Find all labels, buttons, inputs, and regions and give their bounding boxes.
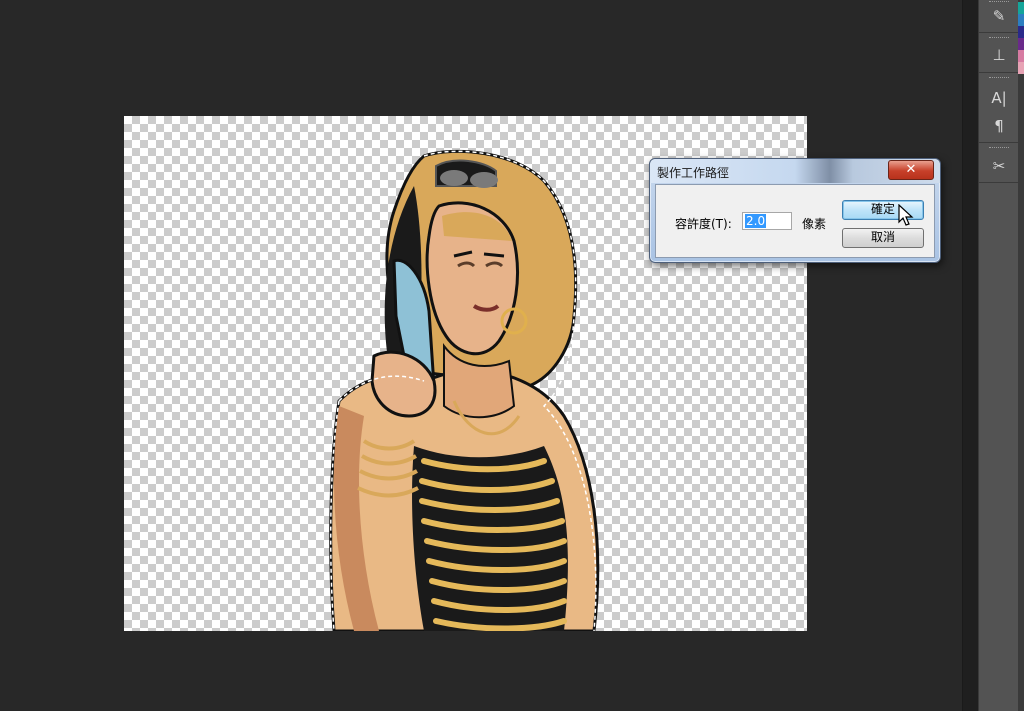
color-swatch[interactable] — [1018, 38, 1024, 50]
dock-separator — [979, 32, 1019, 33]
paragraph-icon[interactable]: ¶ — [986, 115, 1012, 137]
color-swatch[interactable] — [1018, 50, 1024, 62]
unit-label: 像素 — [802, 217, 827, 231]
cancel-button[interactable]: 取消 — [842, 228, 924, 248]
dock-grip[interactable] — [989, 77, 1009, 81]
close-icon: ✕ — [905, 162, 917, 177]
tolerance-input[interactable]: 2.0 — [742, 212, 792, 230]
panel-dock: ✎ ⊥ A| ¶ ✂ — [978, 0, 1019, 711]
dock-separator — [979, 142, 1019, 143]
dialog-body: 容許度(T): 2.0 像素 確定 取消 — [655, 184, 935, 258]
mouse-pointer-icon — [898, 204, 914, 226]
color-swatch[interactable] — [1018, 14, 1024, 26]
dialog-title: 製作工作路徑 — [657, 166, 730, 180]
dock-grip[interactable] — [989, 147, 1009, 151]
tool-presets-icon[interactable]: ✂ — [986, 155, 1012, 177]
brush-presets-icon[interactable]: ✎ — [986, 5, 1012, 27]
character-icon[interactable]: A| — [986, 87, 1012, 109]
tolerance-label: 容許度(T): — [675, 217, 732, 231]
color-swatch[interactable] — [1018, 62, 1024, 74]
clone-source-icon[interactable]: ⊥ — [986, 44, 1012, 66]
dialog-titlebar[interactable]: 製作工作路徑 ✕ — [650, 159, 940, 183]
close-button[interactable]: ✕ — [888, 160, 934, 180]
dock-grip[interactable] — [989, 37, 1009, 41]
tolerance-value: 2.0 — [745, 214, 767, 228]
color-swatch[interactable] — [1018, 2, 1024, 14]
canvas-workspace[interactable] — [0, 0, 962, 711]
dock-separator — [979, 182, 1019, 183]
panel-gutter — [962, 0, 979, 711]
dock-separator — [979, 72, 1019, 73]
color-swatch[interactable] — [1018, 26, 1024, 38]
swatch-strip — [1018, 0, 1024, 711]
